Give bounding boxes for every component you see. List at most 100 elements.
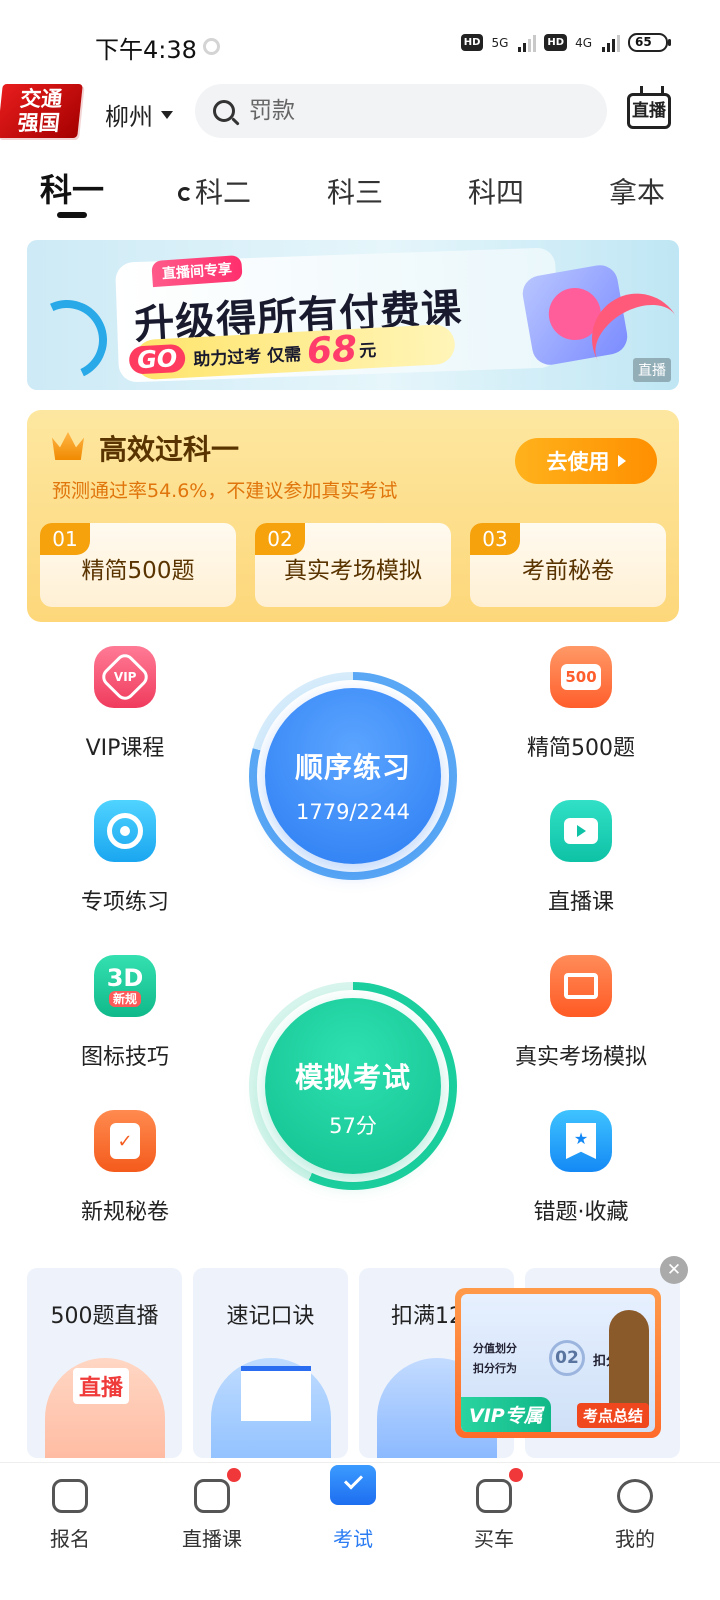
logo-line-1: 交通	[19, 87, 64, 111]
grid-label: 图标技巧	[80, 1045, 169, 1070]
use-now-button[interactable]: 去使用	[515, 438, 657, 484]
decor-swirl	[27, 288, 119, 390]
clipboard-check-icon: ✓	[94, 1110, 156, 1172]
live-tv-button[interactable]: 直播	[627, 93, 671, 129]
search-input[interactable]	[249, 98, 579, 124]
nav-label: 报名	[50, 1527, 90, 1551]
hd-badge: HD	[460, 34, 484, 51]
nav-label: 我的	[615, 1527, 655, 1551]
nav-live-course[interactable]: 直播课	[162, 1468, 262, 1552]
grid-label: 专项练习	[80, 890, 169, 915]
mock-exam-score: 57分	[329, 1114, 377, 1138]
signup-icon	[52, 1479, 88, 1513]
nav-signup[interactable]: 报名	[20, 1479, 120, 1552]
vip-icon-text: VIP	[113, 669, 137, 684]
signal-icon-2	[602, 34, 620, 52]
card-title: 500题直播	[50, 1304, 159, 1329]
grid-label: 精简500题	[527, 736, 635, 761]
grid-label: 错题·收藏	[533, 1200, 629, 1225]
video-summary-label: 考点总结	[576, 1403, 649, 1428]
search-icon	[213, 100, 235, 122]
live-illustration-label: 直播	[73, 1368, 130, 1404]
go-badge: GO	[128, 343, 186, 375]
500-icon-text: 500	[561, 664, 601, 690]
caret-down-icon	[161, 110, 173, 119]
signal-icon	[518, 34, 537, 52]
promo-description: 预测通过率54.6%，不建议参加真实考试	[52, 480, 398, 502]
floating-video-player[interactable]: 分值划分 扣分行为 02 扣分分值 VIP专属 考点总结	[455, 1288, 661, 1438]
grid-special-practice[interactable]: 专项练习	[25, 800, 225, 916]
network-label: 5G	[491, 35, 509, 50]
bookmark-star-icon: ★	[550, 1110, 612, 1172]
tab-license[interactable]: 拿本	[609, 171, 665, 211]
grid-secret-paper[interactable]: ✓ 新规秘卷	[25, 1110, 225, 1226]
vip-promo-card: 高效过科一 预测通过率54.6%，不建议参加真实考试 去使用 01 精简500题…	[27, 410, 679, 622]
grid-label: 新规秘卷	[80, 1200, 169, 1225]
use-now-label: 去使用	[546, 450, 610, 474]
new-rule-badge: 新规	[108, 991, 141, 1007]
tab-subject-2-label: 科二	[195, 176, 252, 209]
vip-icon: VIP	[94, 646, 156, 708]
bottom-nav: 报名 直播课 考试 买车 我的	[0, 1462, 720, 1600]
video-chapter-number: 02	[549, 1340, 585, 1376]
nav-label: 直播课	[182, 1527, 242, 1551]
document-illustration	[211, 1358, 331, 1458]
grid-live-course[interactable]: 直播课	[481, 800, 681, 916]
order-practice-title: 顺序练习	[294, 751, 411, 784]
card-title: 速记口诀	[226, 1304, 315, 1329]
mock-exam-title: 模拟考试	[294, 1061, 411, 1094]
nav-profile[interactable]: 我的	[585, 1479, 685, 1552]
mock-exam-ring[interactable]: 模拟考试 57分	[249, 982, 457, 1190]
promo-item-500[interactable]: 01 精简500题	[40, 523, 236, 607]
promo-item-real-exam[interactable]: 02 真实考场模拟	[255, 523, 451, 607]
monitor-icon	[550, 955, 612, 1017]
tv-icon	[194, 1468, 241, 1513]
promo-item-label: 精简500题	[81, 558, 195, 584]
tab-subject-1[interactable]: 科一	[40, 165, 104, 211]
car-icon	[476, 1468, 523, 1513]
promo-item-label: 真实考场模拟	[284, 558, 422, 584]
grid-500-questions[interactable]: 500 精简500题	[481, 646, 681, 762]
city-selector[interactable]: 柳州	[105, 97, 173, 132]
card-500-live[interactable]: 500题直播 直播	[27, 1268, 182, 1458]
city-name: 柳州	[105, 103, 153, 131]
order-practice-ring[interactable]: 顺序练习 1779/2244	[249, 672, 457, 880]
hd-badge-2: HD	[544, 34, 568, 51]
search-bar[interactable]	[195, 84, 607, 138]
order-practice-progress: 1779/2244	[296, 800, 410, 824]
nav-label: 考试	[333, 1527, 373, 1551]
subject-tabs: 科一 科二 科三 科四 拿本	[0, 165, 720, 225]
close-icon[interactable]: ✕	[660, 1256, 688, 1284]
vip-exclusive-badge: VIP专属	[461, 1397, 551, 1432]
tab-subject-2[interactable]: 科二	[178, 171, 251, 211]
status-icons: HD 5G HD 4G 65	[460, 33, 671, 52]
banner-price: 68	[305, 328, 359, 372]
card-mnemonics[interactable]: 速记口诀	[193, 1268, 348, 1458]
grid-vip-course[interactable]: VIP VIP课程	[25, 646, 225, 762]
order-practice-button[interactable]: 顺序练习 1779/2244	[265, 688, 441, 864]
video-line-2: 扣分行为	[473, 1362, 517, 1375]
tab-subject-4[interactable]: 科四	[468, 171, 524, 211]
nav-buy-car[interactable]: 买车	[444, 1468, 544, 1552]
nav-exam[interactable]: 考试	[303, 1465, 403, 1552]
grid-real-exam[interactable]: 真实考场模拟	[481, 955, 681, 1071]
tab-subject-3[interactable]: 科三	[327, 171, 383, 211]
banner-live-badge: 直播	[633, 358, 671, 382]
banner-subtitle: 助力过考 仅需	[192, 344, 302, 370]
video-screen: 分值划分 扣分行为 02 扣分分值 VIP专属 考点总结	[461, 1294, 655, 1432]
app-logo[interactable]: 交通 强国	[0, 84, 83, 138]
promo-banner[interactable]: 直播间专享 升级得所有付费课 GO 助力过考 仅需 68 元 直播	[27, 240, 679, 390]
road-sign-icon: 3D 新规	[94, 955, 156, 1017]
live-indicator-icon	[178, 187, 192, 201]
logo-line-2: 强国	[16, 111, 61, 135]
promo-item-secret-paper[interactable]: 03 考前秘卷	[470, 523, 666, 607]
grid-wrong-favorites[interactable]: ★ 错题·收藏	[481, 1110, 681, 1226]
exam-folder-icon	[330, 1465, 376, 1505]
mock-exam-button[interactable]: 模拟考试 57分	[265, 998, 441, 1174]
banner-price-unit: 元	[358, 340, 377, 362]
grid-sign-tips[interactable]: 3D 新规 图标技巧	[25, 955, 225, 1071]
target-icon	[94, 800, 156, 862]
battery-level: 65	[635, 35, 652, 49]
video-line-1: 分值划分	[473, 1342, 517, 1355]
active-tab-indicator	[57, 212, 87, 218]
